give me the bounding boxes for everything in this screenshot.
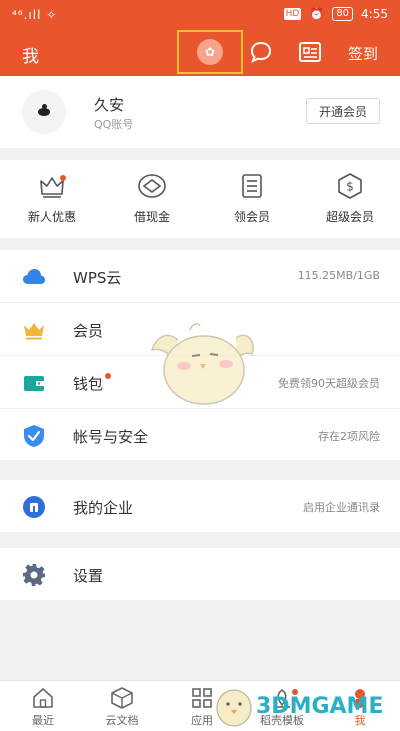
mascot-chick-illustration [150,323,254,405]
skin-button[interactable]: ✿ [177,30,243,74]
enterprise-section: 我的企业 启用企业通讯录 [0,480,400,532]
shortcut-super-member[interactable]: $ 超级会员 [310,172,390,225]
menu-item-settings[interactable]: 设置 [0,548,400,601]
cloud-icon [23,269,45,284]
chat-icon[interactable] [247,38,275,66]
profile-card[interactable]: 久安 QQ账号 开通会员 [0,76,400,148]
menu-label: 我的企业 [73,499,134,517]
shortcut-label: 借现金 [133,210,170,224]
crown-icon [24,323,44,340]
tab-label: 云文档 [105,714,139,727]
user-name: 久安 [94,96,125,114]
wallet-badge [105,373,112,379]
menu-label: 钱包 [73,373,112,394]
menu-label: WPS云 [73,269,122,287]
open-vip-button[interactable]: 开通会员 [306,98,380,124]
contact-card-icon[interactable] [296,38,324,66]
status-bar: ⁴⁶.ıll ✧ HD ⏰ 80 4:55 [0,0,400,30]
hd-badge: HD [283,8,302,20]
gear-icon [23,564,45,586]
sign-in-button[interactable]: 签到 [348,43,378,64]
home-icon [33,688,53,708]
shortcut-newcomer[interactable]: 新人优惠 [12,172,92,225]
svg-text:$: $ [346,180,354,194]
menu-label: 会员 [73,322,104,340]
avatar[interactable] [22,90,66,134]
watermark-chick-logo [216,689,252,727]
shortcut-label: 超级会员 [325,210,374,224]
storage-usage: 115.25MB/1GB [297,269,380,282]
watermark: 3DMGAME [210,680,400,731]
dollar-shield-icon: $ [338,173,362,199]
shortcut-grid: 新人优惠 借现金 领会员 $ 超级会员 [0,160,400,238]
menu-label: 帐号与安全 [73,428,149,446]
menu-item-enterprise[interactable]: 我的企业 启用企业通讯录 [0,480,400,533]
clock: 4:55 [361,7,388,21]
wallet-icon [24,376,44,391]
skin-icon: ✿ [197,39,223,65]
battery-icon: 80 [332,7,354,21]
list-document-icon [242,174,262,198]
shortcut-get-membership[interactable]: 领会员 [212,172,292,225]
menu-item-account-security[interactable]: 帐号与安全 存在2项风险 [0,409,400,462]
tab-label: 最近 [32,714,54,727]
settings-section: 设置 [0,548,400,600]
tab-recent[interactable]: 最近 [13,687,73,728]
shield-check-icon [24,425,44,447]
shortcut-label: 新人优惠 [27,210,76,224]
shortcut-borrow-cash[interactable]: 借现金 [112,172,192,225]
signal-wifi-indicators: ⁴⁶.ıll ✧ [12,8,58,22]
wallet-promo: 免费领90天超级会员 [278,377,380,390]
menu-item-wps-cloud[interactable]: WPS云 115.25MB/1GB [0,250,400,303]
security-risk: 存在2项风险 [318,430,380,443]
page-title: 我 [22,47,39,67]
cube-icon [111,687,133,709]
watermark-text: 3DMGAME [256,694,384,719]
tab-cloud-docs[interactable]: 云文档 [92,687,152,728]
enterprise-hint: 启用企业通讯录 [303,501,380,514]
app-bar: 我 ✿ 签到 [0,30,400,76]
alarm-icon: ⏰ [309,7,325,21]
shortcut-label: 领会员 [233,210,270,224]
enterprise-icon [23,496,45,518]
cash-diamond-icon [138,174,166,198]
account-type: QQ账号 [94,118,134,131]
new-badge [60,175,66,181]
wallet-label: 钱包 [73,375,104,393]
status-right: HD ⏰ 80 4:55 [283,7,388,21]
menu-label: 设置 [73,567,104,585]
